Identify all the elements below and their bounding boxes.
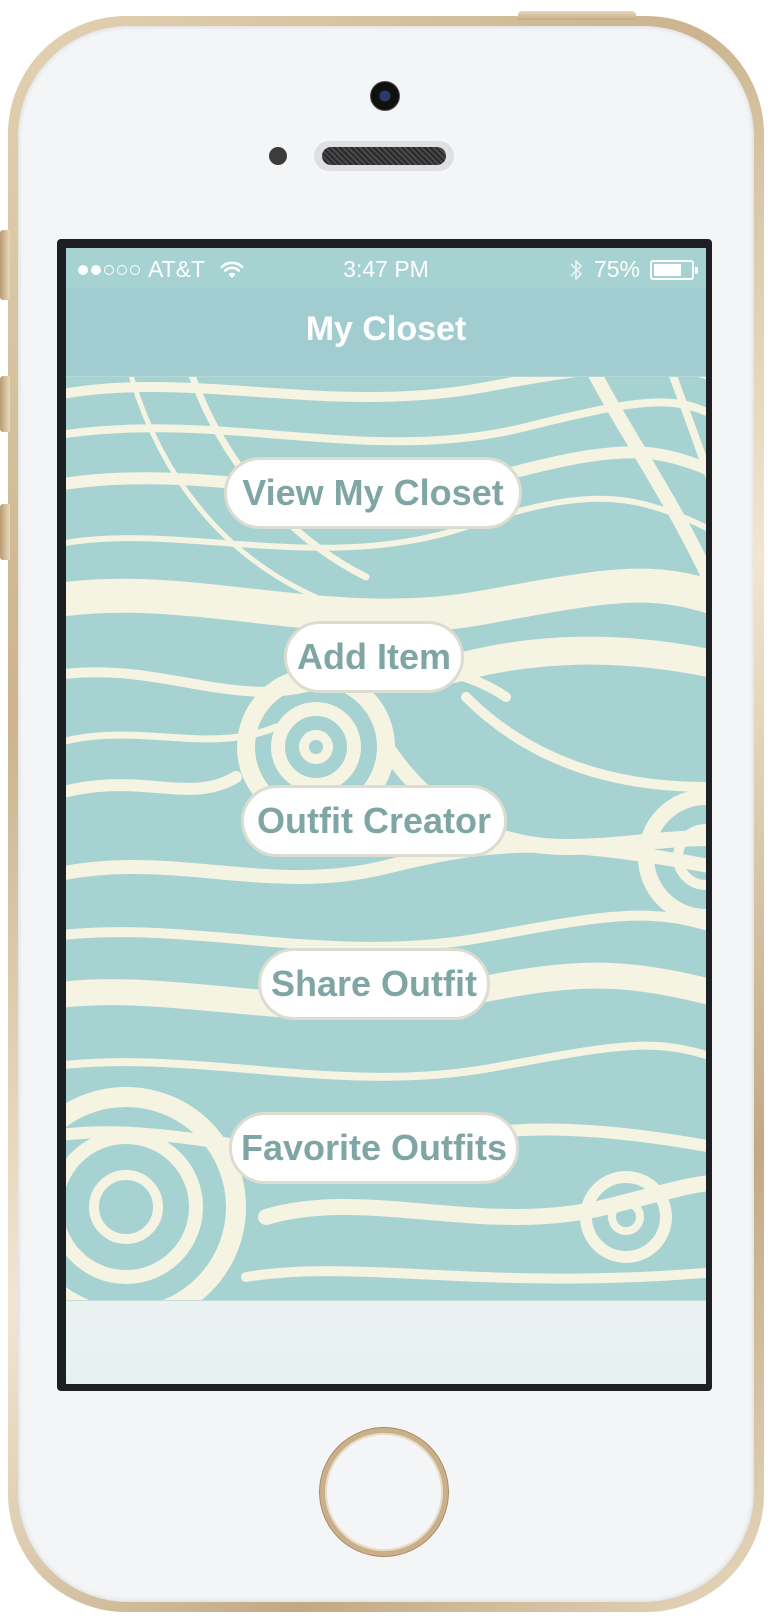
mute-switch: [0, 230, 10, 300]
power-button: [518, 11, 636, 20]
favorite-outfits-button[interactable]: Favorite Outfits: [229, 1112, 519, 1184]
battery-tip: [695, 266, 698, 274]
home-button[interactable]: [320, 1428, 448, 1556]
front-camera: [370, 81, 400, 111]
tab-bar: [66, 1300, 706, 1384]
outfit-creator-button[interactable]: Outfit Creator: [241, 785, 507, 857]
battery-icon: [650, 259, 698, 280]
bluetooth-icon: [568, 258, 584, 282]
status-bar: AT&T 3:47 PM 75%: [66, 248, 706, 288]
volume-up-button: [0, 376, 10, 432]
navigation-bar: My Closet: [66, 288, 706, 377]
status-right: 75%: [568, 256, 698, 283]
volume-down-button: [0, 504, 10, 560]
screen: AT&T 3:47 PM 75% My Closet View My Close…: [66, 248, 706, 1384]
nav-title: My Closet: [305, 310, 467, 348]
add-item-button[interactable]: Add Item: [284, 621, 464, 693]
earpiece-speaker: [314, 141, 454, 171]
battery-fill: [654, 263, 681, 276]
main-content: View My Closet Add Item Outfit Creator S…: [66, 377, 706, 1300]
view-my-closet-button[interactable]: View My Closet: [224, 457, 522, 529]
share-outfit-button[interactable]: Share Outfit: [258, 948, 490, 1020]
battery-percent: 75%: [593, 256, 640, 282]
proximity-sensor: [269, 147, 287, 165]
speaker-grille: [322, 147, 446, 165]
